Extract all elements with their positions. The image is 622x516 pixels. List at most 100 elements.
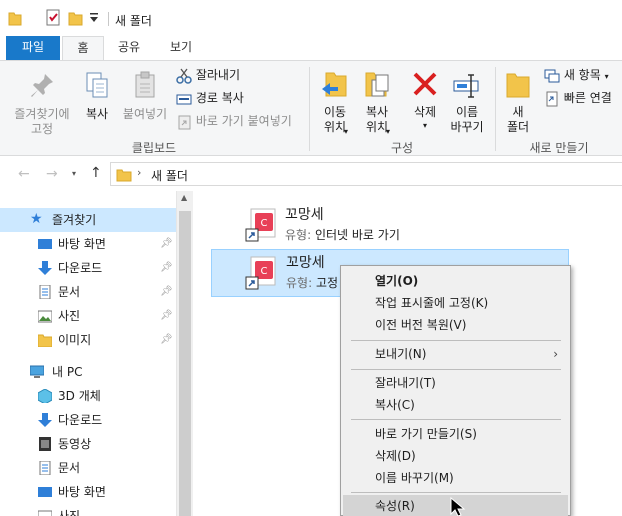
copy-to-label: 복사 위치 [365,105,389,134]
new-folder-qa-icon[interactable] [68,10,84,26]
pin-icon[interactable]: 📌︎ [160,304,173,328]
nav-scrollbar[interactable]: ▲ [176,191,193,516]
new-item-button[interactable]: 새 항목 ▾ [544,65,609,85]
nav-label: 동영상 [58,437,92,451]
forward-arrow-icon[interactable]: → [46,166,58,182]
rename-button[interactable]: 이름 바꾸기 [446,69,488,135]
scrollbar-thumb[interactable] [179,211,191,516]
pin-icon[interactable]: 📌︎ [160,232,173,256]
new-folder-icon [506,73,530,98]
paste-shortcut-icon [178,115,191,129]
copy-to-button[interactable]: 복사 위치 ▾ [356,69,398,136]
menu-item-rename[interactable]: 이름 바꾸기(M) [343,467,568,489]
menu-item-copy[interactable]: 복사(C) [343,394,568,416]
breadcrumb-chevron-icon[interactable]: › [137,166,141,179]
menu-separator [351,492,561,493]
mouse-cursor-icon [450,497,466,516]
nav-pc-pictures[interactable]: 사진 [0,504,176,516]
organize-group-label: 구성 [390,141,414,155]
menu-item-cut[interactable]: 잘라내기(T) [343,372,568,394]
context-menu: 열기(O) 작업 표시줄에 고정(K) 이전 버전 복원(V) 보내기(N) ›… [340,265,571,516]
nav-label: 바탕 화면 [58,485,106,499]
star-icon: ★ [30,211,43,227]
menu-item-delete[interactable]: 삭제(D) [343,445,568,467]
copy-label: 복사 [85,107,109,121]
file-item[interactable]: C 꼬망세 유형: 인터넷 바로 가기 [211,201,569,249]
file-type: 유형: 인터넷 바로 가기 [285,226,400,243]
nav-pc-documents[interactable]: 문서 [0,456,176,480]
back-arrow-icon[interactable]: ← [18,166,30,182]
new-folder-label: 새 폴더 [506,105,530,134]
nav-pc-videos[interactable]: 동영상 [0,432,176,456]
tab-view[interactable]: 보기 [156,36,206,60]
easy-access-icon [546,91,558,106]
internet-shortcut-icon: C [245,256,276,290]
copy-path-button[interactable]: 경로 복사 [176,88,244,108]
customize-qa-icon[interactable] [89,12,99,24]
menu-separator [351,340,561,341]
copy-to-icon [365,72,389,97]
menu-item-send-to[interactable]: 보내기(N) › [343,343,568,365]
menu-item-label: 보내기(N) [375,347,427,361]
new-folder-button[interactable]: 새 폴더 [500,69,536,135]
scroll-up-icon[interactable]: ▲ [181,193,187,202]
easy-access-button[interactable]: 빠른 연결 [544,88,612,108]
rename-icon [453,74,479,98]
nav-this-pc[interactable]: 내 PC [0,360,176,384]
nav-pc-downloads[interactable]: 다운로드 [0,408,176,432]
tab-file[interactable]: 파일 [6,36,60,60]
folder-icon [116,169,132,182]
menu-item-open[interactable]: 열기(O) [343,270,568,292]
recent-locations-icon[interactable]: ▾ [72,169,76,178]
folder-icon [38,334,52,347]
nav-item-images[interactable]: 이미지 📌︎ [0,328,176,352]
delete-dropdown-icon: ▾ [422,121,427,130]
nav-label: 다운로드 [58,261,103,275]
pin-quick-access-label: 즐겨찾기에 고정 [14,107,70,136]
menu-item-pin-taskbar[interactable]: 작업 표시줄에 고정(K) [343,292,568,314]
new-item-icon [544,69,560,82]
download-icon [38,261,52,275]
menu-item-create-shortcut[interactable]: 바로 가기 만들기(S) [343,423,568,445]
folder-icon [8,12,22,26]
pin-quick-access-button[interactable]: 즐겨찾기에 고정 [8,71,76,137]
pin-icon[interactable]: 📌︎ [160,256,173,280]
copy-path-icon [176,94,192,104]
ribbon-tabs: 파일 홈 공유 보기 [0,36,622,61]
new-item-dropdown-icon: ▾ [604,72,609,81]
nav-pc-desktop[interactable]: 바탕 화면 [0,480,176,504]
nav-item-pictures[interactable]: 사진 📌︎ [0,304,176,328]
document-icon [39,461,51,475]
paste-shortcut-button[interactable]: 바로 가기 붙여넣기 [176,111,292,131]
cut-button[interactable]: 잘라내기 [176,65,240,85]
new-group-label: 새로 만들기 [529,141,589,155]
navigation-pane: ★ 즐겨찾기 바탕 화면 📌︎ 다운로드 📌︎ 문서 📌︎ 사진 📌︎ 이미지 … [0,191,193,516]
properties-icon[interactable] [44,8,64,28]
copy-button[interactable]: 복사 [80,71,114,122]
move-to-button[interactable]: 이동 위치 ▾ [314,69,356,136]
nav-label: 이미지 [58,333,92,347]
nav-quick-access[interactable]: ★ 즐겨찾기 [0,208,176,232]
nav-label: 다운로드 [58,413,103,427]
copy-icon [86,72,108,98]
address-path: 새 폴더 [151,169,188,183]
nav-label: 문서 [58,461,81,475]
nav-item-downloads[interactable]: 다운로드 📌︎ [0,256,176,280]
nav-item-desktop[interactable]: 바탕 화면 📌︎ [0,232,176,256]
delete-button[interactable]: 삭제 ▾ [404,69,446,132]
title-separator [108,12,109,26]
paste-button[interactable]: 붙여넣기 [118,71,172,122]
copy-path-label: 경로 복사 [195,91,244,105]
pin-icon[interactable]: 📌︎ [160,328,173,352]
nav-item-documents[interactable]: 문서 📌︎ [0,280,176,304]
menu-item-restore-versions[interactable]: 이전 버전 복원(V) [343,314,568,336]
cut-label: 잘라내기 [195,68,240,82]
tab-home[interactable]: 홈 [62,36,104,61]
file-type-value: 고정 [315,276,339,290]
tab-share[interactable]: 공유 [106,36,152,60]
nav-pc-3d-objects[interactable]: 3D 개체 [0,384,176,408]
move-to-dropdown-icon: ▾ [344,127,349,136]
move-to-icon [322,72,347,97]
up-arrow-icon[interactable]: ↑ [90,165,102,181]
pin-icon[interactable]: 📌︎ [160,280,173,304]
